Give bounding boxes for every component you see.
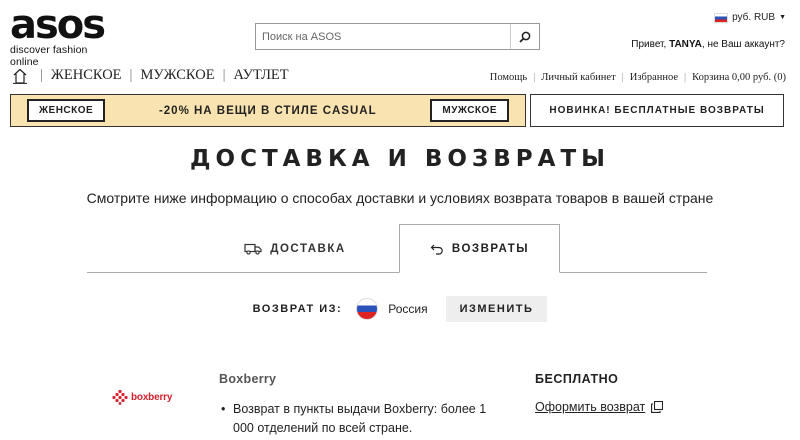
tab-returns[interactable]: ВОЗВРАТЫ xyxy=(399,224,560,273)
page-subtitle: Смотрите ниже информацию о способах дост… xyxy=(86,190,714,206)
boxberry-logo: boxberry xyxy=(112,389,172,405)
country-name: Россия xyxy=(388,302,428,316)
change-country-button[interactable]: ИЗМЕНИТЬ xyxy=(445,296,548,322)
nav-divider: | xyxy=(621,72,624,83)
boxberry-logo-text: boxberry xyxy=(131,391,173,403)
return-from-label: ВОЗВРАТ ИЗ: xyxy=(252,303,343,315)
home-icon xyxy=(13,68,27,84)
account-nav: Помощь | Личный кабинет | Избранное | Ко… xyxy=(490,72,786,83)
asos-logo[interactable]: asos discover fashion online xyxy=(10,2,112,68)
promo-text: -20% НА ВЕЩИ В СТИЛЕ CASUAL xyxy=(158,104,377,117)
search-bar xyxy=(255,23,540,50)
search-input[interactable] xyxy=(256,24,510,49)
nav-men[interactable]: МУЖСКОЕ xyxy=(140,67,214,84)
page-title: ДОСТАВКА И ВОЗВРАТЫ xyxy=(190,146,610,172)
carrier-details: Возврат в пункты выдачи Boxberry: более … xyxy=(219,400,489,438)
currency-selector[interactable]: руб. RUB ▼ xyxy=(714,12,786,23)
nav-divider: | xyxy=(684,72,687,83)
nav-outlet[interactable]: АУТЛЕТ xyxy=(233,67,288,84)
chevron-down-icon: ▼ xyxy=(779,14,786,21)
return-country-row: ВОЗВРАТ ИЗ: Россия ИЗМЕНИТЬ xyxy=(0,296,800,322)
external-link-icon xyxy=(651,401,664,413)
free-returns-banner[interactable]: НОВИНКА! БЕСПЛАТНЫЕ ВОЗВРАТЫ xyxy=(530,94,784,127)
nav-divider: | xyxy=(222,67,226,83)
nav-divider: | xyxy=(40,67,43,83)
search-button[interactable] xyxy=(510,24,539,49)
create-return-link[interactable]: Оформить возврат xyxy=(535,400,664,414)
promo-banner: ЖЕНСКОЕ -20% НА ВЕЩИ В СТИЛЕ CASUAL МУЖС… xyxy=(10,94,526,127)
greeting-name: TANYA xyxy=(669,39,702,50)
list-item: Возврат в пункты выдачи Boxberry: более … xyxy=(219,400,489,438)
return-price: БЕСПЛАТНО xyxy=(535,372,619,386)
nav-divider: | xyxy=(533,72,536,83)
logo-wordmark: asos xyxy=(10,2,106,48)
main-nav: | ЖЕНСКОЕ | МУЖСКОЕ | АУТЛЕТ xyxy=(40,67,289,84)
home-button[interactable] xyxy=(13,68,27,89)
nav-account[interactable]: Личный кабинет xyxy=(541,72,615,83)
tab-delivery-label: ДОСТАВКА xyxy=(270,242,346,255)
currency-label: руб. RUB xyxy=(732,12,776,23)
nav-help[interactable]: Помощь xyxy=(490,72,527,83)
greeting-suffix: , не Ваш аккаунт? xyxy=(701,39,785,50)
promo-men-button[interactable]: МУЖСКОЕ xyxy=(430,99,509,122)
promo-women-button[interactable]: ЖЕНСКОЕ xyxy=(27,99,106,122)
nav-women[interactable]: ЖЕНСКОЕ xyxy=(51,67,122,84)
nav-divider: | xyxy=(129,67,133,83)
truck-icon xyxy=(244,243,262,255)
tabs-divider xyxy=(87,272,707,273)
search-icon xyxy=(519,31,531,43)
create-return-label: Оформить возврат xyxy=(535,400,646,414)
return-arrow-icon xyxy=(430,244,443,255)
carrier-name: Boxberry xyxy=(219,372,277,386)
tab-delivery[interactable]: ДОСТАВКА xyxy=(195,224,395,273)
nav-bag[interactable]: Корзина 0,00 руб. (0) xyxy=(692,72,786,83)
tab-returns-label: ВОЗВРАТЫ xyxy=(451,242,530,255)
russia-flag-icon xyxy=(714,12,729,23)
russia-flag-icon xyxy=(356,298,379,320)
boxberry-berry-icon xyxy=(112,389,128,405)
nav-saved[interactable]: Избранное xyxy=(630,72,678,83)
greeting-prefix: Привет, xyxy=(631,39,670,50)
account-greeting[interactable]: Привет, TANYA, не Ваш аккаунт? xyxy=(631,39,785,50)
